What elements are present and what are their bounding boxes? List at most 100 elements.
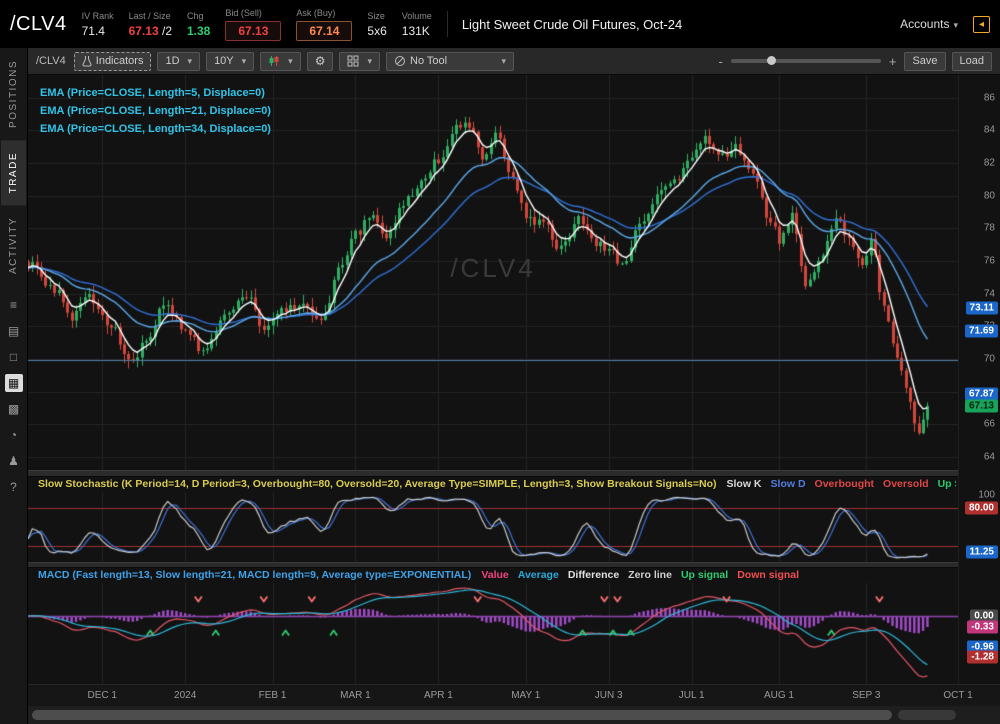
price-axis[interactable]: 86848280787674727068666410073.1171.6967.… bbox=[958, 75, 1000, 684]
history-clock-icon[interactable]: ◔ bbox=[5, 426, 23, 444]
last-size-field: Last / Size 67.13 /2 bbox=[129, 11, 172, 38]
zoom-slider[interactable] bbox=[731, 59, 881, 63]
chevron-down-icon bbox=[184, 55, 193, 67]
ema-study-label[interactable]: EMA (Price=CLOSE, Length=34, Displace=0) bbox=[40, 120, 271, 138]
save-button[interactable]: Save bbox=[904, 52, 945, 71]
stoch-legend: Slow KSlow DOverboughtOversoldUp SignalD… bbox=[727, 478, 956, 490]
legend-item: Down signal bbox=[737, 569, 799, 581]
price-axis-tick: 86 bbox=[984, 92, 995, 103]
chevron-down-icon bbox=[363, 55, 372, 67]
stoch-pane-header: Slow Stochastic (K Period=14, D Period=3… bbox=[28, 478, 956, 492]
ema-study-label[interactable]: EMA (Price=CLOSE, Length=5, Displace=0) bbox=[40, 84, 271, 102]
change-value: 1.38 bbox=[187, 24, 210, 38]
macd-chart-canvas[interactable] bbox=[28, 583, 958, 684]
legend-item: Difference bbox=[568, 569, 619, 581]
legend-item: Value bbox=[481, 569, 508, 581]
no-tool-icon bbox=[394, 55, 406, 67]
scrollbar-thumb[interactable] bbox=[32, 710, 892, 720]
collapse-panel-button[interactable] bbox=[973, 16, 990, 33]
drawing-tool-value: No Tool bbox=[410, 55, 447, 67]
legend-item: Average bbox=[518, 569, 559, 581]
change-label: Chg bbox=[187, 11, 210, 21]
time-axis-label: DEC 1 bbox=[87, 690, 116, 701]
legend-item: Slow K bbox=[727, 478, 762, 490]
time-axis-label: 2024 bbox=[174, 690, 196, 701]
sidebar-tab-positions[interactable]: POSITIONS bbox=[1, 48, 26, 140]
panel-splitter[interactable] bbox=[28, 562, 1000, 568]
macd-axis-bubble: -1.28 bbox=[967, 651, 998, 664]
iv-rank-value: 71.4 bbox=[82, 24, 114, 38]
ask-label: Ask (Buy) bbox=[296, 8, 352, 18]
ema-study-labels: EMA (Price=CLOSE, Length=5, Displace=0)E… bbox=[40, 84, 271, 138]
candlestick-icon bbox=[268, 55, 280, 67]
load-button[interactable]: Load bbox=[952, 52, 992, 71]
chevron-down-icon bbox=[284, 55, 293, 67]
time-axis-label: JUL 1 bbox=[679, 690, 705, 701]
sidebar-tab-activity[interactable]: ACTIVITY bbox=[1, 205, 26, 286]
apps-grid-icon[interactable]: ▩ bbox=[5, 400, 23, 418]
legend-item: Overbought bbox=[815, 478, 875, 490]
macd-pane-header: MACD (Fast length=13, Slow length=21, MA… bbox=[28, 569, 956, 583]
iv-rank-label: IV Rank bbox=[82, 11, 114, 21]
ema-study-label[interactable]: EMA (Price=CLOSE, Length=21, Displace=0) bbox=[40, 102, 271, 120]
price-axis-tick: 64 bbox=[984, 451, 995, 462]
price-axis-tick: 66 bbox=[984, 419, 995, 430]
chart-type-dropdown[interactable] bbox=[260, 52, 301, 71]
chart-icon[interactable]: ▦ bbox=[5, 374, 23, 392]
stochastic-chart-canvas[interactable] bbox=[28, 492, 958, 562]
trade-box-icon[interactable]: □ bbox=[5, 348, 23, 366]
sidebar-icon-stack: ≡ ▤ □ ▦ ▩ ◔ ♟? bbox=[5, 296, 23, 496]
size-field: Size 5x6 bbox=[367, 11, 386, 38]
volume-value: 131K bbox=[402, 24, 432, 38]
iv-rank-field: IV Rank 71.4 bbox=[82, 11, 114, 38]
chart-watermark: /CLV4 bbox=[28, 253, 958, 284]
horizontal-scrollbar[interactable] bbox=[28, 706, 1000, 724]
watchlist-icon[interactable]: ≡ bbox=[5, 296, 23, 314]
toolbar-symbol-label: /CLV4 bbox=[36, 55, 66, 67]
sidebar-tab-trade[interactable]: TRADE bbox=[1, 140, 26, 205]
zoom-slider-handle[interactable] bbox=[767, 56, 776, 65]
grid-layout-dropdown[interactable] bbox=[339, 52, 380, 71]
panel-splitter[interactable] bbox=[28, 470, 1000, 477]
zoom-in-button[interactable]: + bbox=[887, 54, 899, 69]
last-trade-size: /2 bbox=[159, 24, 172, 38]
accounts-label: Accounts bbox=[900, 17, 949, 31]
scrollbar-stub[interactable] bbox=[898, 710, 956, 720]
chevron-down-icon bbox=[497, 55, 506, 67]
legend-item: Oversold bbox=[883, 478, 929, 490]
drawing-tool-dropdown[interactable]: No Tool bbox=[386, 52, 514, 71]
stoch-axis-tick: 100 bbox=[978, 490, 995, 501]
last-price: 67.13 bbox=[129, 24, 159, 38]
price-axis-tick: 74 bbox=[984, 288, 995, 299]
time-axis[interactable]: DEC 12024FEB 1MAR 1APR 1MAY 1JUN 3JUL 1A… bbox=[28, 684, 1000, 706]
help-icon[interactable]: ? bbox=[5, 478, 23, 496]
quote-header: /CLV4 IV Rank 71.4 Last / Size 67.13 /2 … bbox=[0, 0, 1000, 48]
header-symbol: /CLV4 bbox=[10, 13, 67, 36]
ask-button[interactable]: 67.14 bbox=[296, 21, 352, 41]
legend-item: Zero line bbox=[628, 569, 672, 581]
orders-list-icon[interactable]: ▤ bbox=[5, 322, 23, 340]
macd-study-label[interactable]: MACD (Fast length=13, Slow length=21, MA… bbox=[38, 569, 471, 581]
time-axis-label: FEB 1 bbox=[259, 690, 287, 701]
flask-icon bbox=[82, 55, 92, 67]
stoch-axis-bubble: 11.25 bbox=[966, 545, 998, 558]
zoom-out-button[interactable]: - bbox=[717, 54, 725, 69]
left-sidebar: POSITIONS TRADE ACTIVITY ≡ ▤ □ ▦ ▩ ◔ ♟? bbox=[0, 48, 28, 724]
community-icon[interactable]: ♟ bbox=[5, 452, 23, 470]
chart-settings-button[interactable] bbox=[307, 52, 334, 71]
bid-button[interactable]: 67.13 bbox=[225, 21, 281, 41]
stoch-study-label[interactable]: Slow Stochastic (K Period=14, D Period=3… bbox=[38, 478, 717, 490]
last-size-label: Last / Size bbox=[129, 11, 172, 21]
time-axis-label: APR 1 bbox=[424, 690, 453, 701]
size-value: 5x6 bbox=[367, 24, 386, 38]
price-axis-bubble: 67.87 bbox=[965, 387, 998, 400]
timeframe-dropdown[interactable]: 1D bbox=[157, 52, 200, 71]
volume-field: Volume 131K bbox=[402, 11, 432, 38]
price-axis-tick: 84 bbox=[984, 125, 995, 136]
accounts-dropdown[interactable]: Accounts bbox=[900, 17, 958, 31]
time-axis-label: OCT 1 bbox=[943, 690, 972, 701]
price-axis-tick: 82 bbox=[984, 158, 995, 169]
bid-label: Bid (Sell) bbox=[225, 8, 281, 18]
range-dropdown[interactable]: 10Y bbox=[206, 52, 254, 71]
indicators-button[interactable]: Indicators bbox=[74, 52, 152, 71]
